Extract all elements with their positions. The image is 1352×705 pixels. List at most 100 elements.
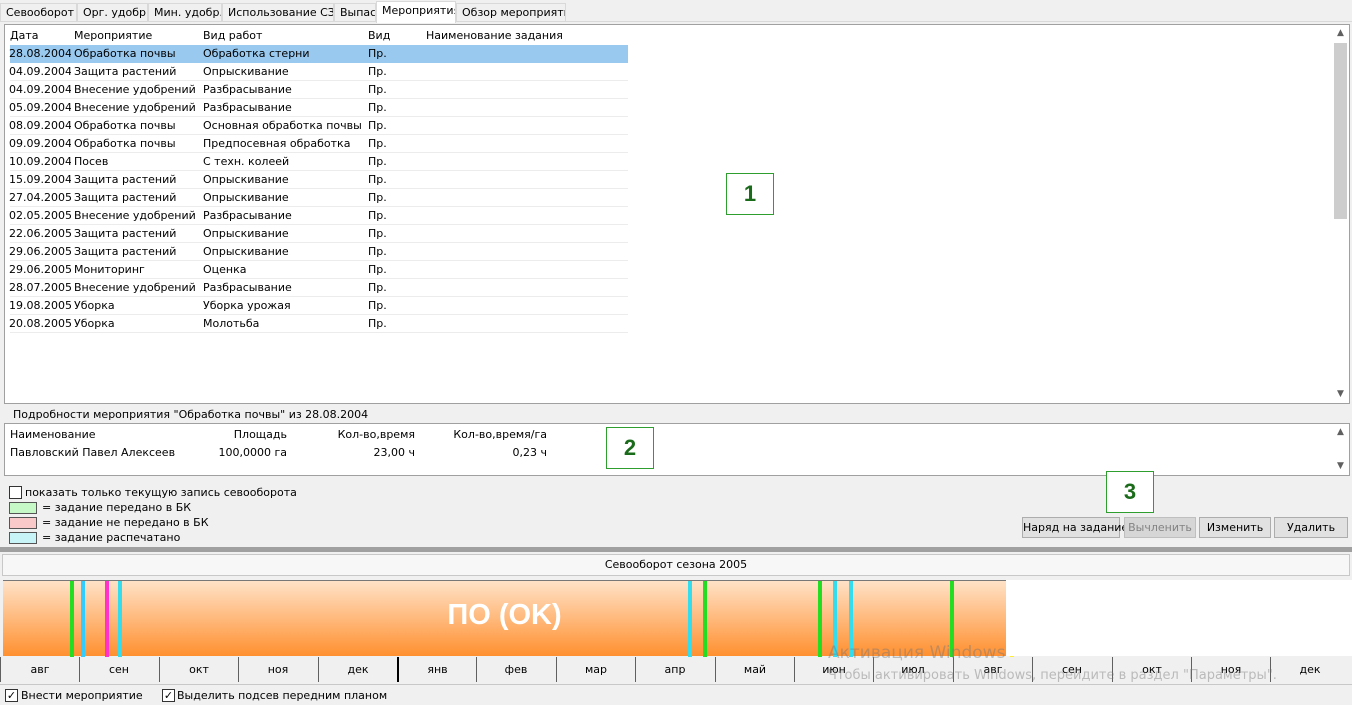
table-row[interactable]: 08.09.2004 Обработка почвы Основная обрабо… (9, 117, 628, 135)
table-cell: Пр. (368, 317, 387, 330)
table-cell: Разбрасывание (203, 83, 292, 96)
scroll-up-icon[interactable]: ▲ (1332, 424, 1349, 441)
edit-button[interactable]: Изменить (1199, 517, 1271, 538)
table-cell: Мониторинг (74, 263, 145, 276)
order-button[interactable]: Наряд на задание (1022, 517, 1128, 538)
timeline-event-line[interactable] (703, 581, 707, 657)
table-row[interactable]: 15.09.2004 Защита растений Опрыскивание Пр. (9, 171, 628, 189)
table-row[interactable]: 04.09.2004 Внесение удобрений Разбрасывани… (9, 81, 628, 99)
table-cell: Пр. (368, 281, 387, 294)
table-cell: Молотьба (203, 317, 260, 330)
bottom-bar: ✓ Внести мероприятие ✓ Выделить подсев п… (0, 684, 1352, 705)
table-cell: 04.09.2004 (9, 83, 71, 96)
tab-5[interactable]: Выпас (334, 3, 376, 22)
table-row[interactable]: 02.05.2005 Внесение удобрений Разбрасывани… (9, 207, 628, 225)
timeline-event-line[interactable] (688, 581, 692, 657)
table-cell: Павловский Павел Алексеевич (10, 446, 175, 459)
column-header[interactable]: Кол-во,время/га (417, 428, 547, 441)
legend-label: = задание распечатано (42, 531, 181, 544)
events-scrollbar[interactable]: ▲ ▼ (1332, 25, 1349, 403)
table-cell: 29.06.2005 (9, 245, 71, 258)
tab-6[interactable]: Мероприятия (376, 1, 456, 23)
table-cell: 100,0000 га (218, 446, 287, 459)
month-label: ноя (238, 657, 317, 682)
timeline-event-line[interactable] (818, 581, 822, 657)
timeline-event-line[interactable] (70, 581, 74, 657)
table-row[interactable]: 09.09.2004 Обработка почвы Предпосевная об… (9, 135, 628, 153)
details-table-body: Павловский Павел Алексеевич 100,0000 га 23… (5, 446, 565, 464)
table-row[interactable]: 27.04.2005 Защита растений Опрыскивание Пр. (9, 189, 628, 207)
highlight-checkbox[interactable]: ✓ (162, 689, 175, 702)
delete-button[interactable]: Удалить (1274, 517, 1348, 538)
column-header[interactable]: Площадь (177, 428, 287, 441)
timeline-event-line[interactable] (81, 581, 85, 657)
table-row[interactable]: 29.06.2005 Защита растений Опрыскивание Пр. (9, 243, 628, 261)
table-cell: С техн. колеей (203, 155, 290, 168)
table-cell: Пр. (368, 101, 387, 114)
show-current-only-checkbox[interactable] (9, 486, 22, 499)
table-cell: Обработка почвы (74, 119, 176, 132)
table-cell: Опрыскивание (203, 173, 289, 186)
splitter[interactable] (0, 547, 1352, 552)
table-cell: Опрыскивание (203, 191, 289, 204)
table-cell: Пр. (368, 263, 387, 276)
details-table: Наименование Площадь Кол-во,время Кол-во,вр… (4, 423, 1350, 476)
callout-marker-1: 1 (726, 173, 774, 215)
table-cell: Посев (74, 155, 109, 168)
table-cell: Основная обработка почвы (203, 119, 362, 132)
table-cell: 28.07.2005 (9, 281, 71, 294)
column-header[interactable]: Дата (10, 29, 72, 42)
tab-7[interactable]: Обзор мероприятий (456, 3, 566, 22)
watermark-title: Активация Windows (828, 643, 1006, 663)
column-header[interactable]: Кол-во,время (295, 428, 415, 441)
table-row[interactable]: 05.09.2004 Внесение удобрений Разбрасывани… (9, 99, 628, 117)
table-row[interactable]: 20.08.2005 Уборка Молотьба Пр. (9, 315, 628, 333)
month-label: сен (79, 657, 158, 682)
table-row[interactable]: 28.07.2005 Внесение удобрений Разбрасывани… (9, 279, 628, 297)
table-cell: Опрыскивание (203, 245, 289, 258)
timeline-event-line[interactable] (105, 581, 109, 657)
table-cell: 29.06.2005 (9, 263, 71, 276)
events-table-header: Дата Мероприятие Вид работ Вид Наименование … (5, 25, 645, 43)
details-scrollbar[interactable]: ▲ ▼ (1332, 424, 1349, 475)
table-cell: 10.09.2004 (9, 155, 71, 168)
tab-3[interactable]: Мин. удобр. (148, 3, 222, 22)
calc-button[interactable]: Вычленить (1124, 517, 1196, 538)
table-row[interactable]: 28.08.2004 Обработка почвы Обработка стерн… (9, 45, 628, 63)
tab-4[interactable]: Использование СЗР (222, 3, 334, 22)
show-current-only-label: показать только текущую запись севооборо… (25, 486, 297, 499)
scroll-up-icon[interactable]: ▲ (1332, 25, 1349, 42)
timeline-event-line[interactable] (118, 581, 122, 657)
column-header[interactable]: Мероприятие (74, 29, 202, 42)
events-table-body: 28.08.2004 Обработка почвы Обработка стерн… (5, 45, 645, 355)
table-cell: Оценка (203, 263, 247, 276)
column-header[interactable]: Наименование (10, 428, 175, 441)
table-cell: Защита растений (74, 65, 177, 78)
table-row[interactable]: 22.06.2005 Защита растений Опрыскивание Пр. (9, 225, 628, 243)
scroll-down-icon[interactable]: ▼ (1332, 458, 1349, 475)
table-cell: Уборка (74, 317, 115, 330)
column-header[interactable]: Вид (368, 29, 424, 42)
column-header[interactable]: Вид работ (203, 29, 367, 42)
table-cell: Защита растений (74, 173, 177, 186)
table-cell: Уборка урожая (203, 299, 291, 312)
scroll-down-icon[interactable]: ▼ (1332, 386, 1349, 403)
tab-2[interactable]: Орг. удобр. (77, 3, 148, 22)
tab-1[interactable]: Севооборот (0, 3, 77, 22)
table-cell: Предпосевная обработка (203, 137, 351, 150)
table-cell: Защита растений (74, 191, 177, 204)
table-cell: 05.09.2004 (9, 101, 71, 114)
enter-events-checkbox[interactable]: ✓ (5, 689, 18, 702)
table-row[interactable]: 29.06.2005 Мониторинг Оценка Пр. (9, 261, 628, 279)
timeline-label: ПО (OK) (447, 599, 562, 631)
table-cell: Обработка почвы (74, 47, 176, 60)
table-row[interactable]: 19.08.2005 Уборка Уборка урожая Пр. (9, 297, 628, 315)
table-cell: Внесение удобрений (74, 101, 196, 114)
table-cell: Разбрасывание (203, 281, 292, 294)
table-cell: Пр. (368, 65, 387, 78)
column-header[interactable]: Наименование задания (426, 29, 626, 42)
table-row[interactable]: 10.09.2004 Посев С техн. колеей Пр. (9, 153, 628, 171)
table-cell: 19.08.2005 (9, 299, 71, 312)
table-row[interactable]: 04.09.2004 Защита растений Опрыскивание Пр. (9, 63, 628, 81)
scroll-thumb[interactable] (1334, 43, 1347, 219)
